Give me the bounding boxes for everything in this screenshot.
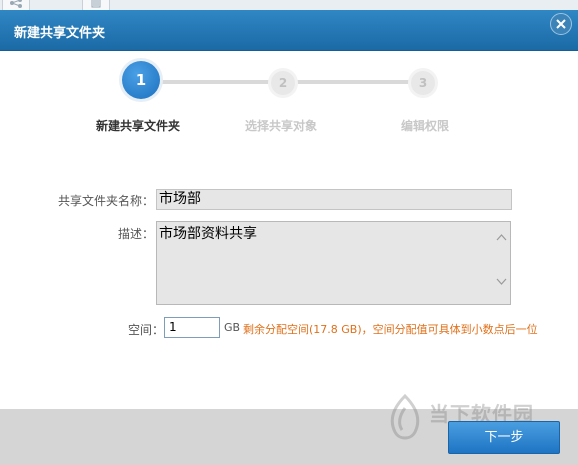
description-label: 描述：: [118, 227, 155, 241]
space-unit: GB: [224, 321, 241, 334]
space-label: 空间：: [128, 323, 165, 337]
close-button[interactable]: [550, 13, 572, 35]
description-text: 市场部资料共享: [159, 226, 257, 242]
step-1-label: 新建共享文件夹: [96, 119, 181, 133]
step-3-indicator: 3: [408, 68, 438, 98]
name-label: 共享文件夹名称：: [58, 194, 155, 208]
step-connector: [293, 80, 411, 84]
step-2-indicator: 2: [268, 68, 298, 98]
step-connector: [155, 80, 272, 84]
step-1-indicator: 1: [122, 61, 160, 99]
description-textarea[interactable]: 市场部资料共享: [156, 221, 511, 305]
folder-name-input[interactable]: 市场部: [156, 189, 512, 210]
space-input[interactable]: 1: [164, 317, 220, 338]
close-icon: [556, 19, 566, 29]
step-2-label: 选择共享对象: [245, 119, 318, 133]
next-button[interactable]: 下一步: [448, 421, 560, 454]
chevron-up-icon[interactable]: [496, 234, 507, 241]
step-3-label: 编辑权限: [401, 119, 450, 133]
space-hint: 剩余分配空间(17.8 GB)，空间分配值可具体到小数点后一位: [243, 323, 538, 336]
dialog-titlebar: 新建共享文件夹: [0, 10, 578, 51]
chevron-down-icon[interactable]: [496, 278, 507, 285]
dialog-title: 新建共享文件夹: [14, 26, 106, 41]
description-scrollbar[interactable]: [493, 222, 510, 304]
